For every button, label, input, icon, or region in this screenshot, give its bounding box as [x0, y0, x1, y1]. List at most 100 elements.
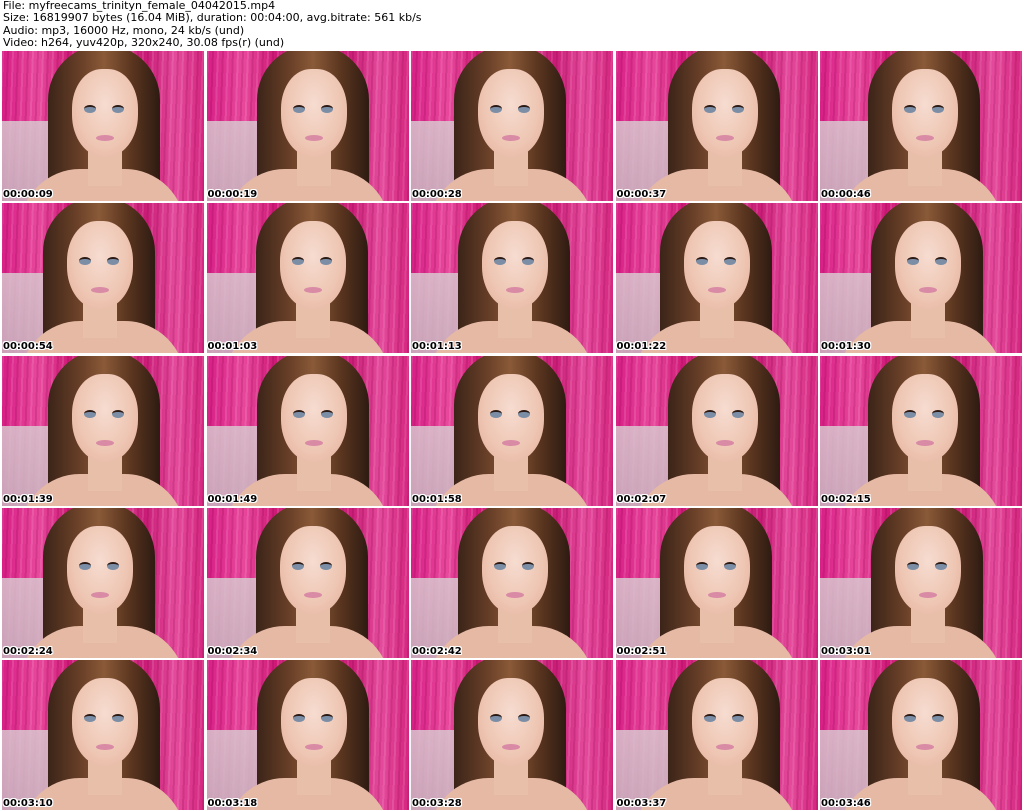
- video-frame-thumbnail: 00:02:42: [411, 507, 613, 658]
- eye-shape: [494, 561, 506, 570]
- frame-timestamp: 00:00:19: [207, 189, 258, 200]
- media-info-header: File: myfreecams_trinityn_female_0404201…: [3, 0, 1021, 50]
- eye-shape: [932, 105, 944, 113]
- lips-shape: [91, 591, 109, 598]
- lips-shape: [96, 439, 114, 446]
- eye-shape: [291, 561, 304, 570]
- eye-shape: [731, 409, 744, 418]
- face-shape: [892, 678, 958, 766]
- video-frame-thumbnail: 00:02:07: [615, 355, 818, 506]
- eye-shape: [935, 257, 947, 266]
- eye-shape: [292, 105, 305, 113]
- video-frame-thumbnail: 00:02:51: [615, 507, 818, 658]
- video-frame-thumbnail: 00:00:54: [2, 203, 204, 354]
- video-frame-thumbnail: 00:00:19: [206, 51, 409, 201]
- frame-timestamp: 00:00:28: [412, 189, 462, 200]
- lips-shape: [502, 439, 520, 446]
- frame-timestamp: 00:02:51: [616, 645, 667, 657]
- video-frame-thumbnail: 00:03:10: [2, 660, 204, 810]
- frame-timestamp: 00:01:39: [3, 493, 53, 505]
- video-frame-thumbnail: 00:01:03: [206, 203, 409, 354]
- frame-timestamp: 00:01:30: [821, 341, 871, 353]
- lips-shape: [304, 439, 323, 446]
- video-frame-thumbnail: 00:03:01: [820, 507, 1022, 658]
- lips-shape: [506, 591, 524, 598]
- eye-shape: [907, 257, 919, 266]
- lips-shape: [96, 744, 114, 750]
- lips-shape: [506, 287, 524, 294]
- lips-shape: [707, 287, 726, 294]
- face-shape: [280, 373, 347, 462]
- eye-shape: [320, 714, 333, 722]
- eye-shape: [907, 561, 919, 570]
- eye-shape: [490, 105, 502, 113]
- eye-shape: [107, 257, 119, 266]
- frame-timestamp: 00:00:54: [3, 341, 53, 353]
- face-shape: [478, 373, 544, 462]
- lips-shape: [919, 287, 937, 294]
- video-frame-thumbnail: 00:01:13: [411, 203, 613, 354]
- face-shape: [895, 221, 961, 310]
- eye-shape: [703, 409, 716, 418]
- video-frame-thumbnail: 00:02:15: [820, 355, 1022, 506]
- eye-shape: [932, 409, 944, 418]
- lips-shape: [502, 744, 520, 750]
- eye-shape: [79, 257, 91, 266]
- face-shape: [72, 373, 138, 462]
- face-shape: [892, 373, 958, 462]
- eye-shape: [107, 561, 119, 570]
- eye-shape: [935, 561, 947, 570]
- face-shape: [279, 525, 346, 614]
- eye-shape: [490, 714, 502, 722]
- lips-shape: [715, 135, 734, 141]
- face-shape: [478, 69, 544, 157]
- lips-shape: [715, 744, 734, 750]
- face-shape: [482, 525, 548, 614]
- eye-shape: [84, 714, 96, 722]
- eye-shape: [518, 105, 530, 113]
- face-shape: [691, 373, 758, 462]
- face-shape: [280, 69, 347, 157]
- frame-timestamp: 00:03:18: [207, 798, 258, 809]
- lips-shape: [91, 287, 109, 294]
- eye-shape: [490, 409, 502, 418]
- eye-shape: [518, 714, 530, 722]
- video-frame-thumbnail: 00:01:49: [206, 355, 409, 506]
- face-shape: [892, 69, 958, 157]
- eye-shape: [84, 105, 96, 113]
- video-frame-thumbnail: 00:01:58: [411, 355, 613, 506]
- frame-timestamp: 00:02:15: [821, 493, 871, 505]
- video-frame-thumbnail: 00:03:37: [615, 660, 818, 810]
- face-shape: [683, 221, 750, 310]
- eye-shape: [522, 561, 534, 570]
- lips-shape: [707, 591, 726, 598]
- face-shape: [67, 221, 133, 310]
- face-shape: [67, 525, 133, 614]
- frame-timestamp: 00:01:13: [412, 341, 462, 353]
- file-size-line: Size: 16819907 bytes (16.04 MiB), durati…: [3, 11, 422, 25]
- eye-shape: [292, 714, 305, 722]
- eye-shape: [904, 105, 916, 113]
- video-frame-thumbnail: 00:03:28: [411, 660, 613, 810]
- eye-shape: [320, 409, 333, 418]
- frame-timestamp: 00:02:34: [207, 645, 258, 657]
- frame-timestamp: 00:03:28: [412, 798, 462, 809]
- eye-shape: [522, 257, 534, 266]
- video-frame-thumbnail: 00:01:30: [820, 203, 1022, 354]
- frame-timestamp: 00:00:46: [821, 189, 871, 200]
- frame-timestamp: 00:03:10: [3, 798, 53, 809]
- eye-shape: [292, 409, 305, 418]
- video-frame-thumbnail: 00:01:22: [615, 203, 818, 354]
- lips-shape: [916, 744, 934, 750]
- lips-shape: [916, 135, 934, 141]
- eye-shape: [695, 257, 708, 266]
- lips-shape: [96, 135, 114, 141]
- frame-timestamp: 00:01:03: [207, 341, 258, 353]
- video-frame-thumbnail: 00:00:37: [615, 51, 818, 201]
- face-shape: [683, 525, 750, 614]
- eye-shape: [904, 409, 916, 418]
- frame-timestamp: 00:00:09: [3, 189, 53, 200]
- video-info-line: Video: h264, yuv420p, 320x240, 30.08 fps…: [3, 36, 285, 50]
- video-frame-thumbnail: 00:01:39: [2, 355, 204, 506]
- eye-shape: [112, 409, 124, 418]
